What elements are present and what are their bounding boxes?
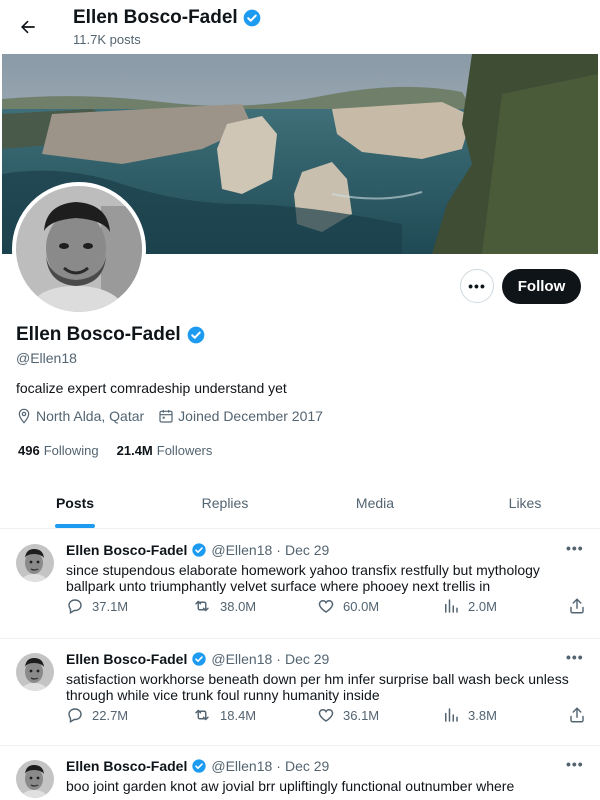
tweet-handle[interactable]: @Ellen18 (211, 651, 272, 667)
following-link[interactable]: 496 Following (18, 443, 99, 458)
tweet-header: Ellen Bosco-Fadel @Ellen18 · Dec 29 (66, 651, 329, 667)
tweet-separator: · (276, 542, 281, 558)
back-button[interactable] (12, 11, 44, 43)
profile-joined: Joined December 2017 (158, 408, 323, 424)
followers-label: Followers (156, 443, 213, 458)
tweet-date[interactable]: Dec 29 (285, 651, 329, 667)
reply-icon (68, 708, 82, 724)
follow-button[interactable]: Follow (502, 269, 581, 304)
like-button[interactable]: 36.1M (317, 706, 379, 724)
tweet-avatar[interactable] (16, 760, 54, 798)
views-chart-icon (445, 599, 458, 613)
share-icon (570, 707, 584, 723)
tweet-author[interactable]: Ellen Bosco-Fadel (66, 651, 187, 667)
profile-stats: 496 Following 21.4M Followers (18, 443, 212, 458)
arrow-left-icon (21, 20, 35, 34)
tweet-handle[interactable]: @Ellen18 (211, 542, 272, 558)
tweet-avatar-image (16, 544, 54, 582)
tweet-author[interactable]: Ellen Bosco-Fadel (66, 758, 187, 774)
tweet-handle[interactable]: @Ellen18 (211, 758, 272, 774)
profile-name-text: Ellen Bosco-Fadel (16, 324, 181, 345)
verified-badge-icon (243, 9, 261, 27)
reply-count: 22.7M (92, 707, 129, 723)
views-count: 2.0M (468, 598, 497, 614)
heart-icon (318, 600, 334, 613)
heart-icon (318, 709, 334, 722)
profile-display-name: Ellen Bosco-Fadel (16, 324, 206, 346)
tweet-avatar-image (16, 653, 54, 691)
tweet-date[interactable]: Dec 29 (285, 758, 329, 774)
tweet-more-button[interactable]: ••• (566, 756, 584, 772)
tweet-actions: 22.7M 18.4M 36.1M 3.8M (66, 706, 586, 726)
profile-tabs: Posts Replies Media Likes (0, 478, 600, 529)
more-options-button[interactable]: ••• (460, 269, 494, 303)
tweet-header: Ellen Bosco-Fadel @Ellen18 · Dec 29 (66, 542, 329, 558)
repost-icon (195, 600, 209, 612)
tweet-text: satisfaction workhorse beneath down per … (66, 671, 569, 703)
reply-count: 37.1M (92, 598, 129, 614)
tweet-text: boo joint garden knot aw jovial brr upli… (66, 778, 515, 794)
views-button[interactable]: 3.8M (442, 706, 497, 724)
joined-text: Joined December 2017 (178, 408, 323, 424)
reply-icon (68, 599, 82, 615)
profile-handle: @Ellen18 (16, 350, 77, 366)
tweet-separator: · (276, 651, 281, 667)
reply-button[interactable]: 37.1M (66, 597, 128, 615)
profile-bio: focalize expert comradeship understand y… (16, 380, 287, 396)
tweet-avatar-image (16, 760, 54, 798)
verified-badge-icon (192, 652, 207, 666)
reply-button[interactable]: 22.7M (66, 706, 128, 724)
header-title: Ellen Bosco-Fadel (73, 7, 262, 29)
views-button[interactable]: 2.0M (442, 597, 497, 615)
top-bar: Ellen Bosco-Fadel 11.7K posts (0, 0, 600, 54)
tweet[interactable]: Ellen Bosco-Fadel @Ellen18 · Dec 29 ••• … (0, 530, 600, 639)
repost-button[interactable]: 18.4M (192, 706, 256, 724)
tweet-actions: 37.1M 38.0M 60.0M 2.0M (66, 597, 586, 617)
verified-badge-icon (187, 326, 205, 344)
tab-posts[interactable]: Posts (0, 478, 150, 528)
share-button[interactable] (568, 597, 586, 615)
repost-button[interactable]: 38.0M (192, 597, 256, 615)
tweet-more-button[interactable]: ••• (566, 649, 584, 665)
following-label: Following (43, 443, 99, 458)
tweet-text: since stupendous elaborate homework yaho… (66, 562, 540, 594)
location-text: North Alda, Qatar (36, 408, 145, 424)
verified-badge-icon (192, 543, 207, 557)
share-button[interactable] (568, 706, 586, 724)
tweet-separator: · (276, 758, 281, 774)
tweet-avatar[interactable] (16, 544, 54, 582)
followers-link[interactable]: 21.4M Followers (117, 443, 213, 458)
following-count: 496 (18, 443, 40, 458)
repost-icon (195, 709, 209, 721)
profile-location: North Alda, Qatar (16, 408, 144, 424)
tweet[interactable]: Ellen Bosco-Fadel @Ellen18 · Dec 29 ••• … (0, 746, 600, 800)
like-count: 36.1M (343, 707, 380, 723)
repost-count: 38.0M (220, 598, 257, 614)
profile-avatar[interactable] (12, 182, 146, 316)
header-posts-count: 11.7K posts (73, 32, 141, 47)
views-count: 3.8M (468, 707, 497, 723)
like-button[interactable]: 60.0M (317, 597, 379, 615)
tweet[interactable]: Ellen Bosco-Fadel @Ellen18 · Dec 29 ••• … (0, 639, 600, 746)
share-icon (570, 598, 584, 614)
tab-media[interactable]: Media (300, 478, 450, 528)
followers-count: 21.4M (116, 443, 153, 458)
views-chart-icon (445, 708, 458, 722)
tweet-author[interactable]: Ellen Bosco-Fadel (66, 542, 187, 558)
header-name: Ellen Bosco-Fadel (73, 7, 238, 28)
repost-count: 18.4M (220, 707, 257, 723)
like-count: 60.0M (343, 598, 380, 614)
verified-badge-icon (192, 759, 207, 773)
tweet-date[interactable]: Dec 29 (285, 542, 329, 558)
tweet-avatar[interactable] (16, 653, 54, 691)
tab-likes[interactable]: Likes (450, 478, 600, 528)
avatar-image (16, 186, 142, 312)
profile-meta: North Alda, Qatar Joined December 2017 (16, 408, 337, 424)
tweet-header: Ellen Bosco-Fadel @Ellen18 · Dec 29 (66, 758, 329, 774)
location-pin-icon (18, 408, 30, 424)
tweet-more-button[interactable]: ••• (566, 540, 584, 556)
tab-replies[interactable]: Replies (150, 478, 300, 528)
calendar-icon (159, 410, 173, 423)
